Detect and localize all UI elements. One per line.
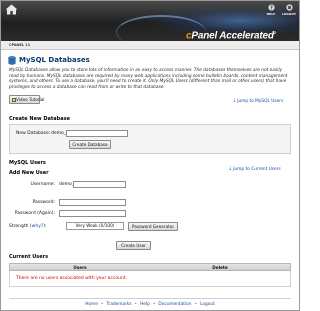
- column-header-users[interactable]: Users: [10, 264, 150, 270]
- empty-users-message: There are no users associated with your …: [16, 276, 128, 281]
- create-user-button[interactable]: Create User: [116, 241, 151, 250]
- page-title: MySQL Databases: [19, 56, 90, 64]
- jump-to-mysql-users-link[interactable]: ⇣Jump to MySQL Users: [232, 98, 283, 104]
- footer-divider: [9, 298, 291, 299]
- create-db-panel: New Database: demo_ Create Database: [9, 124, 291, 154]
- footer-link-trademarks[interactable]: Trademarks: [106, 302, 131, 307]
- page-title-row: MySQL Databases: [8, 55, 90, 65]
- db-prefix: demo_: [51, 131, 67, 136]
- footer-links: Home • Trademarks • Help • Documentation • Logou…: [85, 302, 215, 307]
- footer-link-home[interactable]: Home: [85, 302, 98, 307]
- username-prefix: demo_: [59, 182, 75, 187]
- password-generator-button[interactable]: Password Generator: [128, 222, 178, 231]
- table-header-row: Users Delete: [9, 263, 291, 271]
- username-label: Username:: [30, 182, 55, 187]
- video-tutorial-label: Video Tutorial: [16, 97, 45, 102]
- help-link[interactable]: ? HELP: [264, 4, 278, 16]
- password-again-label: Password (Again):: [14, 211, 55, 216]
- cpanel-accelerated-logo: cPanel Accelerated2: [186, 30, 276, 41]
- current-users-table: Users Delete There are no users associat…: [9, 263, 291, 287]
- page-description: MySQL Databases allow you to store lots …: [9, 68, 288, 90]
- help-icon: ?: [267, 4, 275, 11]
- video-icon: [12, 98, 16, 102]
- strength-label: Strength (why?):: [9, 224, 47, 229]
- strength-why-link[interactable]: why?: [32, 224, 44, 229]
- logout-link[interactable]: LOGOUT: [282, 4, 296, 16]
- create-database-button[interactable]: Create Database: [69, 140, 111, 149]
- breadcrumb-bar: CPANEL 11: [1, 41, 299, 50]
- logout-icon: [285, 4, 293, 11]
- home-icon[interactable]: [5, 4, 18, 15]
- create-db-section-title: Create New Database: [9, 116, 70, 122]
- footer-link-documentation[interactable]: Documentation: [158, 302, 191, 307]
- jump-arrow-icon: ⇣: [228, 166, 233, 172]
- footer-link-help[interactable]: Help: [140, 302, 150, 307]
- password-strength-meter: Very Weak (0/100): [66, 222, 124, 230]
- header-banner: ? HELP LOGOUT cPanel Accelerated2: [1, 1, 299, 41]
- database-icon: [8, 55, 16, 65]
- password-again-input[interactable]: [59, 210, 126, 217]
- new-db-input[interactable]: [66, 130, 128, 137]
- logout-label: LOGOUT: [282, 12, 296, 16]
- breadcrumb[interactable]: CPANEL 11: [9, 43, 30, 47]
- username-input[interactable]: [73, 181, 126, 188]
- video-tutorial-button[interactable]: Video Tutorial: [9, 95, 44, 104]
- svg-text:?: ?: [270, 5, 273, 11]
- jump-to-current-users-link[interactable]: ⇣Jump to Current Users: [228, 166, 281, 172]
- current-users-section-title: Current Users: [9, 254, 49, 260]
- footer-link-logout[interactable]: Logout: [200, 302, 215, 307]
- jump-arrow-icon: ⇣: [232, 98, 237, 104]
- new-db-label: New Database:: [16, 131, 51, 136]
- help-label: HELP: [266, 12, 276, 16]
- password-input[interactable]: [59, 199, 126, 206]
- column-header-delete: Delete: [212, 265, 228, 270]
- password-label: Password:: [32, 200, 55, 205]
- add-user-title: Add New User: [9, 170, 49, 176]
- mysql-users-section-title: MySQL Users: [9, 160, 46, 166]
